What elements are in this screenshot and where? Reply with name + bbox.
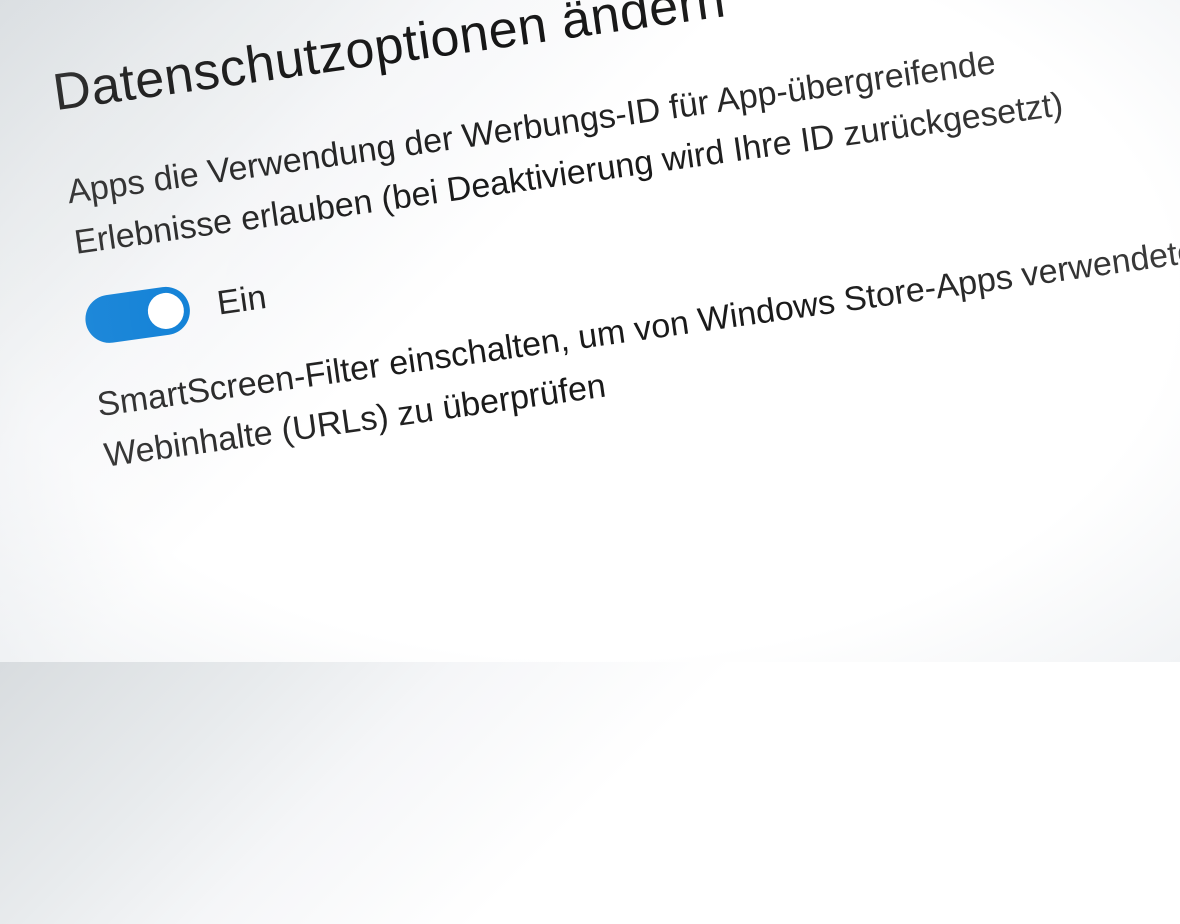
toggle-switch-advertising-id[interactable] (82, 284, 193, 346)
settings-screen: Datenschutzoptionen ändern Apps die Verw… (0, 0, 1180, 924)
toggle-state-label: Ein (215, 278, 269, 323)
